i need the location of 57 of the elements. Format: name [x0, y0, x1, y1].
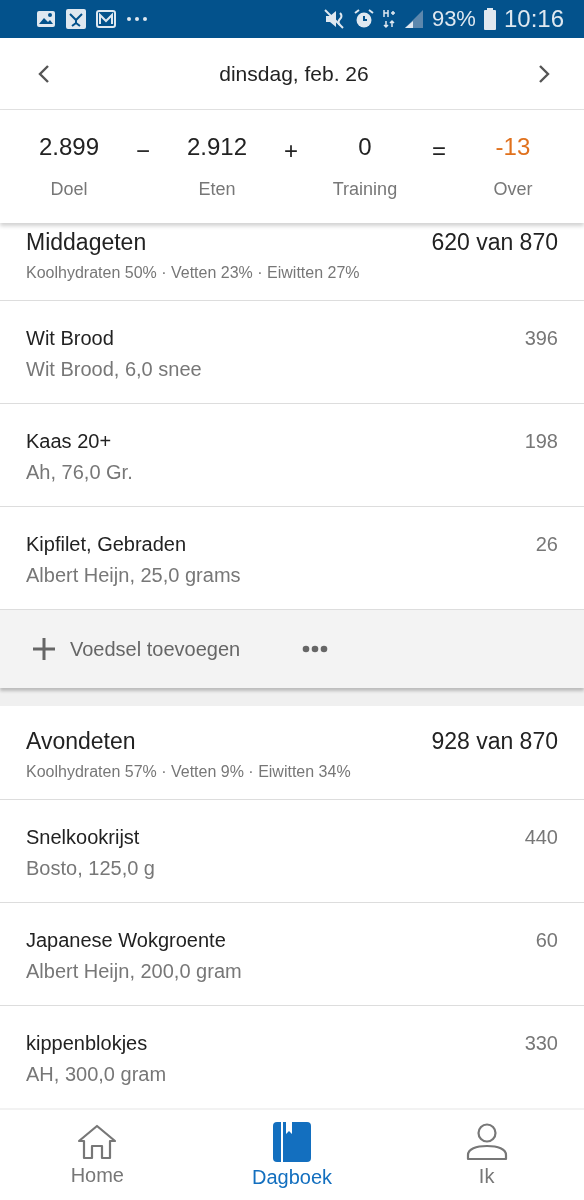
nav-tab[interactable]: Home — [27, 1110, 168, 1200]
more-icon — [302, 645, 328, 653]
summary-label: Over — [493, 179, 533, 200]
summary-label: Training — [332, 179, 398, 200]
food-calories: 26 — [535, 533, 558, 556]
operator-sign: + — [283, 137, 298, 165]
mail-icon — [96, 10, 116, 28]
alarm-icon — [353, 9, 374, 29]
battery-icon — [483, 8, 496, 30]
more-icon — [126, 16, 148, 22]
nav-tab[interactable]: Ik — [416, 1110, 557, 1200]
date-title: dinsdag, feb. 26 — [219, 61, 369, 86]
macro-breakdown: Koolhydraten 50% · Vetten 23% · Eiwitten 27% — [26, 264, 361, 282]
network-icon — [381, 9, 396, 29]
food-calories: 60 — [535, 929, 558, 952]
operator-sign: = — [431, 137, 446, 165]
food-name[interactable]: Wit Brood — [26, 327, 525, 350]
meal-title: Middageten — [26, 229, 147, 256]
calorie-value: 2.899 — [38, 133, 100, 161]
mute-icon — [323, 9, 346, 29]
food-portion: Bosto, 125,0 g — [26, 857, 156, 880]
food-name[interactable]: Snelkookrijst — [26, 826, 525, 849]
food-calories: 396 — [524, 327, 558, 350]
chevron-right-icon — [538, 64, 550, 83]
calorie-value: 0 — [358, 133, 372, 161]
food-name[interactable]: Kipfilet, Gebraden — [26, 533, 536, 556]
clock: 10:16 — [503, 5, 564, 33]
nav-tab[interactable]: Dagboek — [222, 1110, 362, 1200]
food-portion: Albert Heijn, 25,0 grams — [26, 564, 242, 587]
person-icon — [465, 1122, 508, 1161]
remaining-calories: -13 — [495, 133, 531, 161]
food-calories: 198 — [524, 430, 558, 453]
food-portion: Albert Heijn, 200,0 gram — [26, 960, 243, 983]
plus-icon — [32, 637, 56, 661]
food-portion: Ah, 76,0 Gr. — [26, 461, 134, 484]
meal-calories: 620 van 870 — [431, 229, 558, 256]
gallery-icon — [36, 10, 56, 28]
summary-label: Doel — [50, 179, 88, 200]
signal-icon — [403, 9, 424, 29]
battery-percentage: 93% — [431, 6, 476, 32]
meal-calories: 928 van 870 — [431, 728, 558, 755]
meal-title: Avondeten — [26, 728, 136, 755]
food-calories: 330 — [524, 1032, 558, 1055]
summary-label: Eten — [198, 179, 236, 200]
macro-breakdown: Koolhydraten 57% · Vetten 9% · Eiwitten 34% — [26, 763, 352, 781]
food-portion: AH, 300,0 gram — [26, 1063, 168, 1086]
calorie-value: 2.912 — [186, 133, 247, 161]
food-name[interactable]: Japanese Wokgroente — [26, 929, 536, 952]
home-icon — [77, 1123, 118, 1160]
food-calories: 440 — [524, 826, 558, 849]
chevron-left-icon — [38, 64, 50, 83]
add-food-button[interactable]: Voedsel toevoegen — [32, 637, 288, 661]
food-name[interactable]: Kaas 20+ — [26, 430, 525, 453]
food-portion: Wit Brood, 6,0 snee — [26, 358, 203, 381]
book-icon — [273, 1121, 311, 1162]
food-name[interactable]: kippenblokjes — [26, 1032, 525, 1055]
operator-sign: − — [136, 137, 150, 165]
